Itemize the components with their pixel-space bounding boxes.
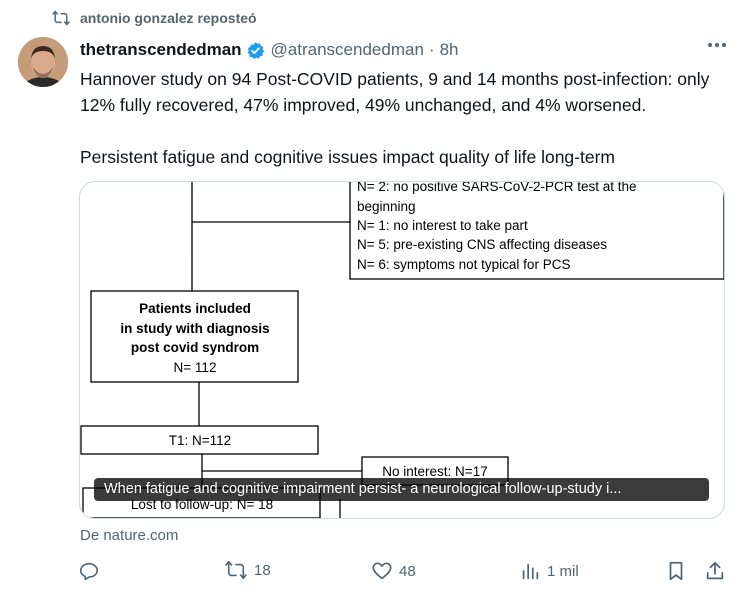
avatar[interactable] [18,37,68,87]
views-icon [519,560,541,582]
repost-label[interactable]: antonio gonzalez reposteó [80,10,257,26]
verified-badge-icon [246,41,265,60]
share-icon [704,560,726,582]
reply-icon [78,560,100,582]
exclusion-line-3: N= 1: no interest to take part [357,218,528,233]
exclusion-line-4: N= 5: pre-existing CNS affecting disease… [357,237,607,252]
views-count: 1 mil [547,562,579,580]
card-caption[interactable]: When fatigue and cognitive impairment pe… [94,478,709,501]
like-count: 48 [399,562,416,580]
reply-button[interactable] [78,560,106,582]
views-button[interactable]: 1 mil [519,560,579,582]
no-interest-label: No interest: N=17 [382,464,487,479]
like-button[interactable]: 48 [371,560,416,582]
share-button[interactable] [704,560,726,582]
exclusion-line-1: N= 2: no positive SARS-CoV-2-PCR test at… [357,182,637,194]
author-handle[interactable]: @atranscendedman [271,40,424,60]
post-header: thetranscendedman @atranscendedman · 8h [80,40,459,60]
exclusion-line-5: N= 6: symptoms not typical for PCS [357,257,570,272]
heart-icon [371,560,393,582]
post-paragraph-2: Persistent fatigue and cognitive issues … [80,147,615,167]
avatar-image [18,37,68,87]
included-line-1: Patients included [139,301,251,316]
included-line-3: post covid syndrom [131,340,259,355]
repost-icon [52,10,70,26]
flowchart-image: N= 2: no positive SARS-CoV-2-PCR test at… [80,182,724,518]
post-paragraph-1: Hannover study on 94 Post-COVID patients… [80,69,710,115]
repost-count: 18 [254,561,271,579]
repost-button[interactable]: 18 [224,560,271,580]
separator-dot: · [428,40,435,59]
action-bar: 18 48 1 mil [78,560,728,588]
t1-label: T1: N=112 [169,433,231,448]
more-options-icon[interactable] [708,43,726,47]
post-time[interactable]: 8h [440,40,459,60]
post-text: Hannover study on 94 Post-COVID patients… [80,66,730,170]
bookmark-icon [665,560,687,582]
author-name[interactable]: thetranscendedman [80,40,242,60]
included-line-4: N= 112 [174,360,217,375]
repost-action-icon [224,560,248,580]
exclusion-line-2: beginning [357,199,416,214]
card-source[interactable]: De nature.com [80,527,178,544]
included-line-2: in study with diagnosis [120,321,269,336]
link-card[interactable]: N= 2: no positive SARS-CoV-2-PCR test at… [79,181,725,519]
repost-indicator[interactable]: antonio gonzalez reposteó [52,10,257,26]
bookmark-button[interactable] [665,560,687,582]
